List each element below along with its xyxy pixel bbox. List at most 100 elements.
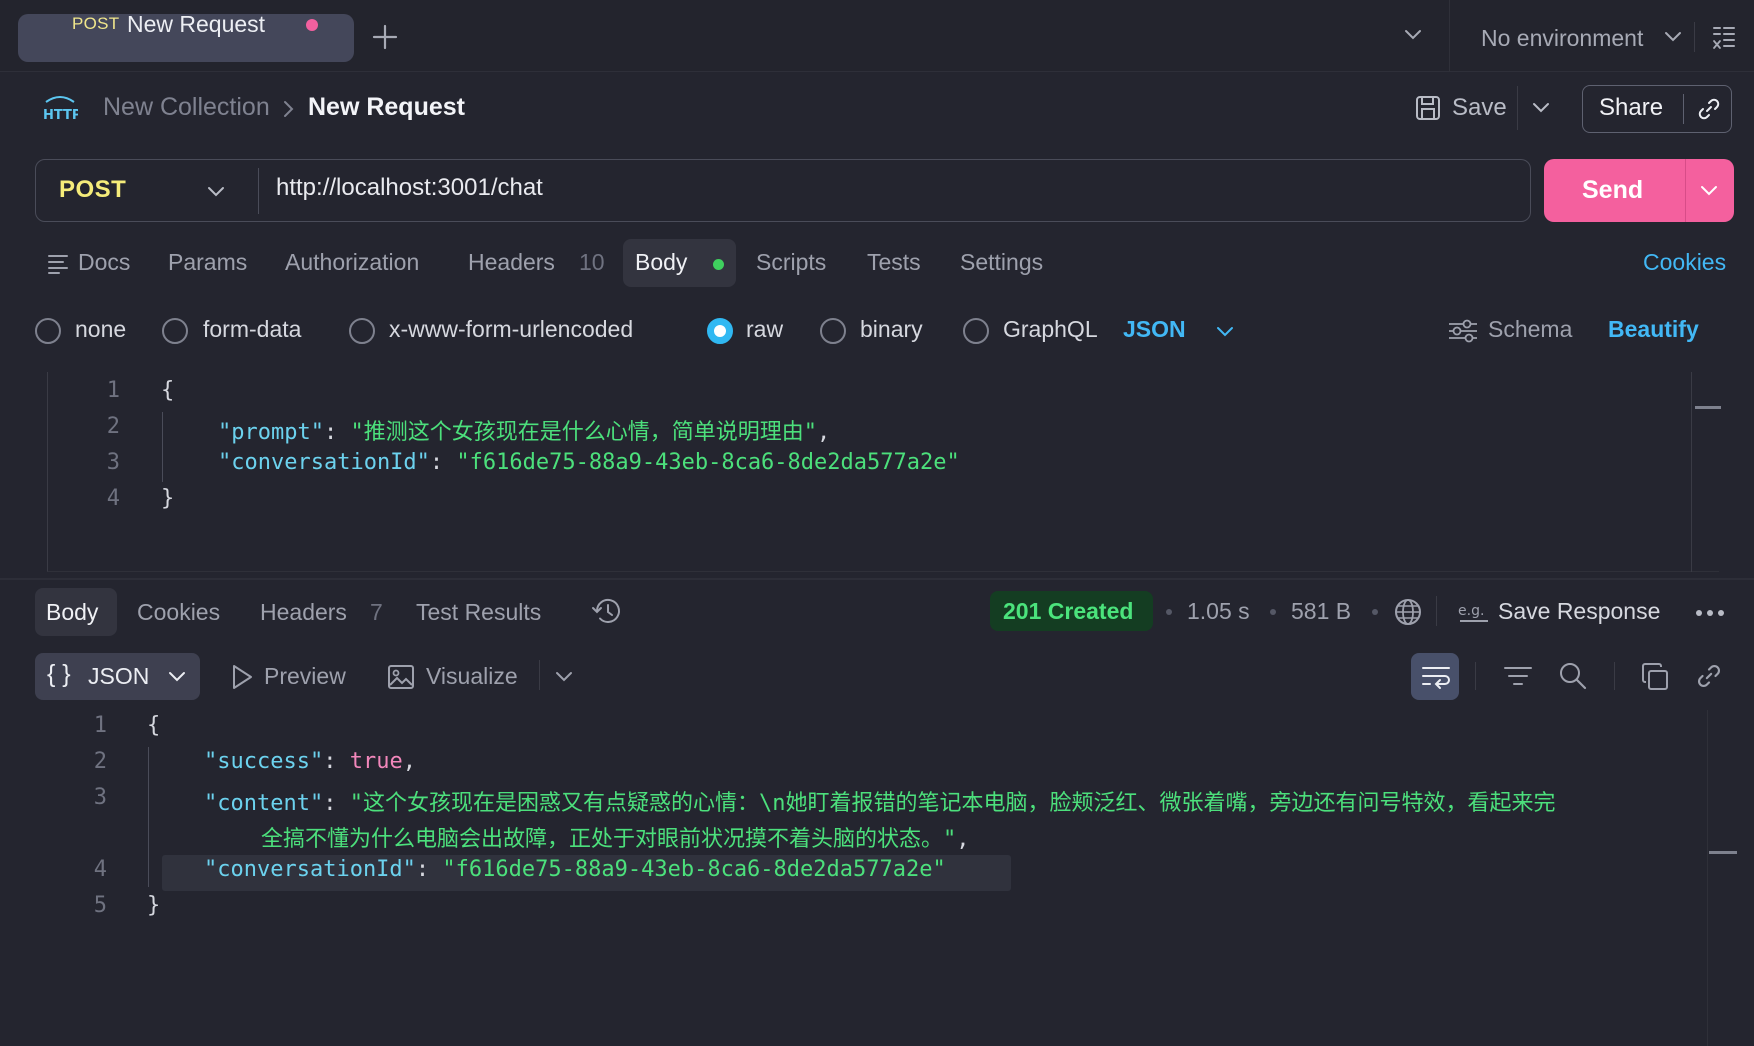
- line-number: 2: [106, 414, 120, 439]
- breadcrumb-separator-icon: [282, 100, 294, 118]
- chevron-down-icon[interactable]: [1216, 325, 1234, 337]
- separator-dot: [1270, 609, 1276, 615]
- example-icon[interactable]: e.g.: [1458, 600, 1490, 624]
- schema-button[interactable]: Schema: [1488, 316, 1572, 343]
- json-colon: :: [429, 450, 457, 475]
- json-colon: :: [323, 791, 350, 816]
- tab-params[interactable]: Params: [168, 249, 247, 276]
- tab-body-label[interactable]: Body: [635, 249, 687, 276]
- method-chevron-icon[interactable]: [207, 185, 225, 197]
- new-tab-button[interactable]: [368, 20, 402, 54]
- response-scrollbar[interactable]: [1707, 710, 1708, 1046]
- json-colon: :: [323, 749, 350, 774]
- visualize-button[interactable]: Visualize: [426, 663, 518, 690]
- radio-urlencoded[interactable]: [349, 318, 375, 344]
- globe-icon[interactable]: [1393, 597, 1423, 627]
- radio-raw-label[interactable]: raw: [746, 316, 783, 343]
- pane-resize-divider[interactable]: [0, 578, 1754, 580]
- response-format-label[interactable]: JSON: [88, 663, 149, 690]
- chevron-down-icon[interactable]: [1700, 184, 1718, 196]
- preview-button[interactable]: Preview: [264, 663, 346, 690]
- code-line-content: "content": "这个女孩现在是困惑又有点疑惑的心情：\n她盯着报错的笔记…: [204, 785, 1555, 817]
- json-string: "这个女孩现在是困惑又有点疑惑的心情：\n她盯着报错的笔记本电脑，脸颊泛红、微张…: [349, 791, 1556, 816]
- radio-form-data[interactable]: [162, 318, 188, 344]
- save-icon[interactable]: [1414, 94, 1442, 122]
- radio-none[interactable]: [35, 318, 61, 344]
- url-input[interactable]: [276, 174, 1506, 202]
- response-tab-cookies[interactable]: Cookies: [137, 599, 220, 626]
- response-tab-body-label[interactable]: Body: [46, 599, 98, 626]
- tab-authorization[interactable]: Authorization: [285, 249, 419, 276]
- environment-chevron-icon[interactable]: [1664, 30, 1682, 42]
- json-key: "success": [204, 749, 324, 774]
- radio-graphql[interactable]: [963, 318, 989, 344]
- json-key: "content": [204, 791, 324, 816]
- scrollbar-thumb[interactable]: [1695, 406, 1721, 409]
- copy-link-icon[interactable]: [1696, 96, 1722, 122]
- cookies-link[interactable]: Cookies: [1643, 249, 1726, 276]
- method-select[interactable]: POST: [59, 176, 126, 204]
- response-tab-headers[interactable]: Headers: [260, 599, 347, 626]
- history-icon[interactable]: [591, 596, 623, 626]
- code-close-brace: }: [147, 893, 161, 918]
- search-icon[interactable]: [1558, 661, 1588, 691]
- tab-docs[interactable]: Docs: [78, 249, 130, 276]
- json-key: "conversationId": [204, 857, 416, 882]
- environment-select[interactable]: No environment: [1481, 25, 1643, 52]
- chevron-down-icon[interactable]: [168, 670, 186, 682]
- http-icon: HTTP: [42, 94, 78, 124]
- tabs-menu-button[interactable]: [1404, 28, 1422, 40]
- code-line-content-wrap: 全搞不懂为什么电脑会出故障，正处于对眼前状况摸不着头脑的状态。",: [261, 821, 970, 853]
- link-icon[interactable]: [1695, 662, 1723, 690]
- copy-icon[interactable]: [1640, 662, 1670, 692]
- code-open-brace: {: [147, 713, 161, 738]
- radio-none-label[interactable]: none: [75, 316, 126, 343]
- radio-binary-label[interactable]: binary: [860, 316, 923, 343]
- line-number: 2: [93, 749, 107, 774]
- save-button[interactable]: Save: [1452, 94, 1507, 122]
- separator-dot: [1166, 609, 1172, 615]
- editor-scrollbar[interactable]: [1691, 372, 1692, 572]
- radio-urlencoded-label[interactable]: x-www-form-urlencoded: [389, 316, 633, 343]
- play-icon[interactable]: [229, 663, 255, 691]
- code-line-success: "success": true,: [204, 749, 416, 774]
- send-button-label[interactable]: Send: [1582, 176, 1643, 205]
- radio-raw[interactable]: [707, 318, 733, 344]
- share-button-label[interactable]: Share: [1599, 94, 1663, 122]
- wrap-lines-icon[interactable]: [1421, 663, 1451, 691]
- filter-icon[interactable]: [1503, 664, 1533, 688]
- breadcrumb-request[interactable]: New Request: [308, 93, 465, 122]
- json-string: 全搞不懂为什么电脑会出故障，正处于对眼前状况摸不着头脑的状态。": [261, 827, 957, 852]
- environment-variables-icon[interactable]: [1712, 25, 1736, 51]
- scrollbar-thumb[interactable]: [1709, 851, 1737, 854]
- breadcrumb-collection[interactable]: New Collection: [103, 93, 270, 122]
- line-number: 4: [93, 857, 107, 882]
- save-response-button[interactable]: Save Response: [1498, 598, 1660, 625]
- tab-headers[interactable]: Headers: [468, 249, 555, 276]
- line-number: 3: [106, 450, 120, 475]
- response-tab-test-results[interactable]: Test Results: [416, 599, 541, 626]
- divider: [1436, 596, 1437, 626]
- plus-icon: [372, 24, 398, 50]
- json-comma: ,: [956, 827, 970, 852]
- line-number: 5: [93, 893, 107, 918]
- schema-icon[interactable]: [1447, 318, 1479, 344]
- tab-scripts[interactable]: Scripts: [756, 249, 826, 276]
- more-options-icon[interactable]: [1695, 609, 1725, 617]
- save-options-chevron-icon[interactable]: [1532, 101, 1550, 113]
- docs-icon[interactable]: [47, 252, 69, 274]
- radio-binary[interactable]: [820, 318, 846, 344]
- chevron-down-icon[interactable]: [555, 670, 573, 682]
- radio-graphql-label[interactable]: GraphQL: [1003, 316, 1098, 343]
- body-format-select[interactable]: JSON: [1123, 316, 1186, 343]
- beautify-button[interactable]: Beautify: [1608, 316, 1699, 343]
- tab-tests[interactable]: Tests: [867, 249, 921, 276]
- tab-settings[interactable]: Settings: [960, 249, 1043, 276]
- radio-form-data-label[interactable]: form-data: [203, 316, 301, 343]
- line-number: 3: [93, 785, 107, 810]
- image-icon[interactable]: [387, 663, 415, 691]
- json-colon: :: [323, 420, 351, 445]
- body-indicator-dot-icon: [713, 259, 724, 270]
- code-line-prompt: "prompt": "推测这个女孩现在是什么心情，简单说明理由",: [218, 414, 830, 446]
- code-close-brace: }: [161, 486, 175, 511]
